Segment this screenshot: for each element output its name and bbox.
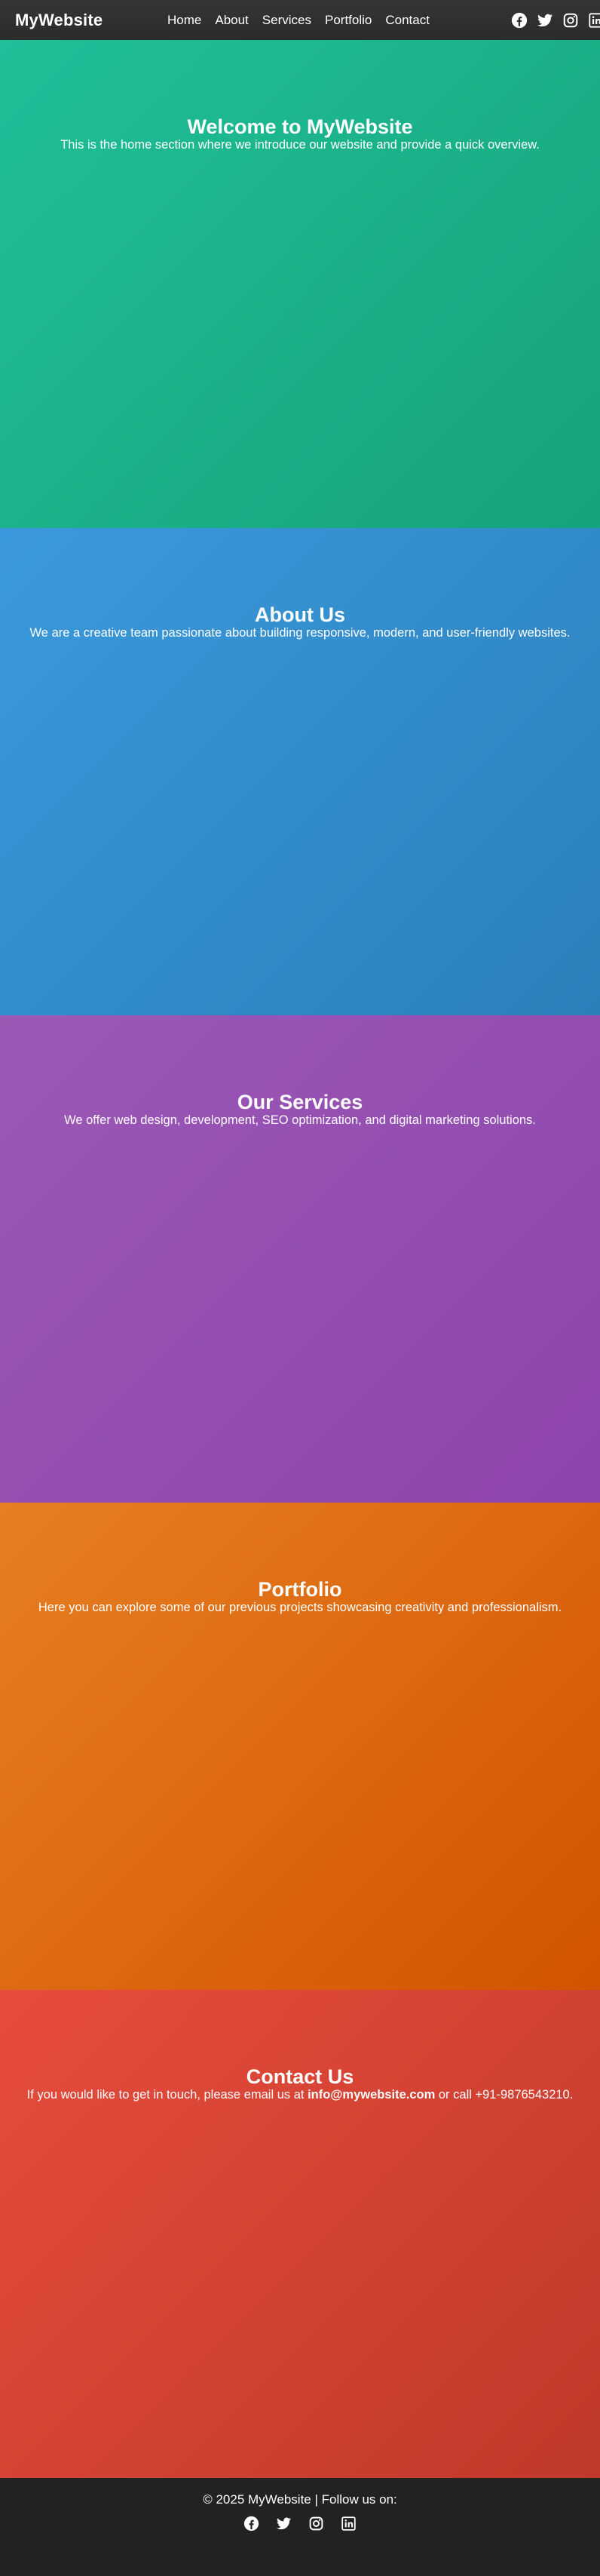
- header-social-links: [511, 0, 600, 40]
- nav-link-about[interactable]: About: [215, 13, 248, 28]
- linkedin-icon[interactable]: [588, 12, 600, 29]
- nav-link-portfolio[interactable]: Portfolio: [325, 13, 372, 28]
- contact-section: Contact Us If you would like to get in t…: [0, 1990, 600, 2478]
- facebook-icon[interactable]: [243, 2516, 259, 2531]
- instagram-icon[interactable]: [308, 2516, 324, 2531]
- nav-link-home[interactable]: Home: [167, 13, 201, 28]
- footer-social-links: [0, 2516, 600, 2531]
- facebook-icon[interactable]: [511, 12, 528, 29]
- site-header: MyWebsite Home About Services Portfolio …: [0, 0, 600, 40]
- site-footer: © 2025 MyWebsite | Follow us on:: [0, 2478, 600, 2576]
- home-section: Welcome to MyWebsite This is the home se…: [0, 40, 600, 528]
- contact-email-link[interactable]: info@mywebsite.com: [308, 2088, 435, 2102]
- portfolio-section: Portfolio Here you can explore some of o…: [0, 1503, 600, 1990]
- linkedin-icon[interactable]: [341, 2516, 357, 2531]
- twitter-icon[interactable]: [537, 12, 553, 29]
- footer-text: © 2025 MyWebsite | Follow us on:: [203, 2492, 397, 2507]
- nav-link-services[interactable]: Services: [262, 13, 311, 28]
- contact-text-before: If you would like to get in touch, pleas…: [26, 2088, 308, 2102]
- twitter-icon[interactable]: [276, 2516, 292, 2531]
- instagram-icon[interactable]: [562, 12, 579, 29]
- contact-text-after: or call +91-9876543210.: [435, 2088, 574, 2102]
- site-logo[interactable]: MyWebsite: [15, 11, 103, 30]
- contact-text: If you would like to get in touch, pleas…: [0, 2086, 600, 2104]
- about-text: We are a creative team passionate about …: [29, 626, 571, 640]
- services-section: Our Services We offer web design, develo…: [0, 1015, 600, 1503]
- portfolio-text: Here you can explore some of our previou…: [38, 1601, 562, 1614]
- nav-link-contact[interactable]: Contact: [385, 13, 430, 28]
- services-text: We offer web design, development, SEO op…: [64, 1113, 536, 1127]
- about-section: About Us We are a creative team passiona…: [0, 528, 600, 1015]
- home-text: This is the home section where we introd…: [60, 138, 540, 152]
- main-nav: Home About Services Portfolio Contact: [167, 0, 430, 40]
